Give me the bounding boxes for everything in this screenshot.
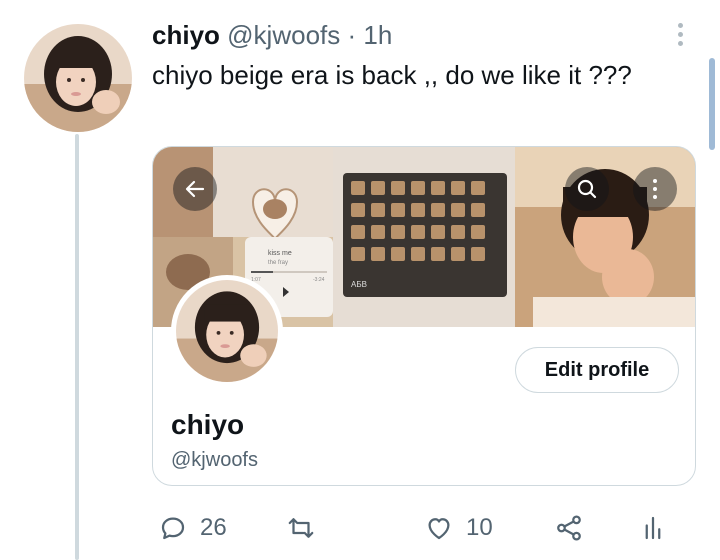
like-icon xyxy=(428,518,450,540)
profile-display-name: chiyo xyxy=(171,409,245,440)
reply-icon xyxy=(161,517,185,540)
profile-avatar[interactable] xyxy=(171,275,283,387)
more-vertical-icon[interactable] xyxy=(633,167,677,211)
share-button[interactable] xyxy=(554,508,584,548)
search-icon xyxy=(577,179,597,199)
reply-button[interactable]: 26 xyxy=(158,508,227,548)
author-avatar-image xyxy=(24,24,132,132)
keyboard-label: АБВ xyxy=(351,280,367,289)
scrollbar[interactable] xyxy=(709,58,715,150)
back-arrow-icon xyxy=(185,180,205,198)
music-artist: the fray xyxy=(268,260,288,266)
reply-count: 26 xyxy=(200,514,227,541)
analytics-icon xyxy=(645,516,661,540)
like-button[interactable]: 10 xyxy=(424,508,493,548)
analytics-button[interactable] xyxy=(638,508,668,548)
more-options-icon[interactable] xyxy=(670,20,690,50)
thread-line xyxy=(75,134,79,560)
profile-handle: @kjwoofs xyxy=(171,449,258,471)
music-song-title: kiss me xyxy=(268,250,292,257)
tweet-header: chiyo @kjwoofs · 1h xyxy=(152,18,392,52)
tweet-timestamp[interactable]: 1h xyxy=(363,20,392,50)
share-icon xyxy=(557,515,581,541)
music-remaining: -3:24 xyxy=(313,277,325,283)
tweet-action-bar: 26 10 xyxy=(0,502,720,552)
author-handle[interactable]: @kjwoofs xyxy=(227,20,340,50)
tweet-text: chiyo beige era is back ,, do we like it… xyxy=(152,60,632,90)
profile-avatar-image xyxy=(176,280,278,382)
author-name[interactable]: chiyo xyxy=(152,20,220,50)
separator-dot: · xyxy=(347,20,357,50)
author-avatar[interactable] xyxy=(24,24,132,132)
retweet-button[interactable] xyxy=(286,508,316,548)
edit-profile-button[interactable]: Edit profile xyxy=(515,347,679,393)
back-button[interactable] xyxy=(173,167,217,211)
retweet-icon xyxy=(288,518,314,538)
profile-screenshot-card[interactable]: kiss me the fray 1:07 -3:24 АБВ Edit pro… xyxy=(152,146,696,486)
search-button[interactable] xyxy=(565,167,609,211)
like-count: 10 xyxy=(466,514,493,541)
